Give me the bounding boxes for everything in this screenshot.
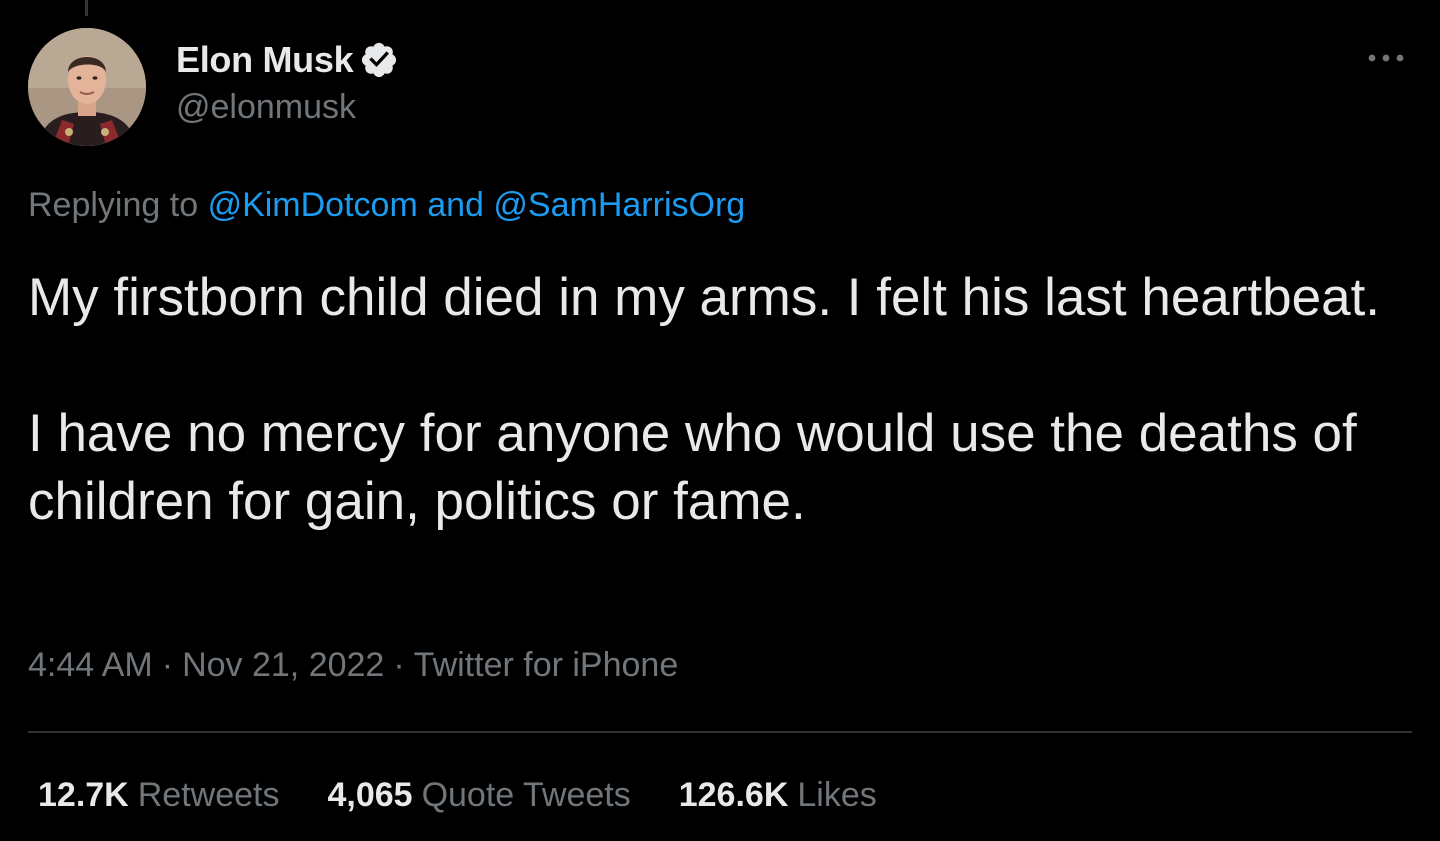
tweet-text: My firstborn child died in my arms. I fe… — [28, 264, 1418, 536]
more-horizontal-icon — [1368, 54, 1404, 62]
stats-divider — [28, 731, 1412, 733]
more-options-button[interactable] — [1364, 38, 1408, 78]
tweet-time-link[interactable]: 4:44 AM — [28, 646, 153, 684]
tweet-date-link[interactable]: Nov 21, 2022 — [182, 646, 384, 684]
thread-connector-line — [85, 0, 88, 16]
replying-to-label: Replying to — [28, 186, 199, 224]
author-name-row[interactable]: Elon Musk — [176, 38, 399, 82]
tweet-detail: Elon Musk @elonmusk Replying to @KimDotc… — [0, 0, 1440, 841]
engagement-stats: 12.7K Retweets 4,065 Quote Tweets 126.6K Li… — [38, 776, 877, 815]
meta-separator: · — [161, 646, 174, 684]
tweet-text-paragraph-2: I have no mercy for anyone who would use… — [28, 404, 1357, 531]
quote-tweets-stat[interactable]: 4,065 Quote Tweets — [327, 776, 630, 815]
retweets-count: 12.7K — [38, 776, 129, 814]
retweets-label: Retweets — [137, 776, 280, 814]
likes-stat[interactable]: 126.6K Likes — [679, 776, 877, 815]
tweet-source-link[interactable]: Twitter for iPhone — [414, 646, 679, 684]
mention-link-samharrisorg[interactable]: @SamHarrisOrg — [493, 186, 745, 224]
author-display-name[interactable]: Elon Musk — [176, 39, 354, 81]
avatar-image — [28, 28, 146, 146]
mention-conjunction: and — [427, 186, 484, 224]
tweet-meta: 4:44 AM · Nov 21, 2022 · Twitter for iPhone — [28, 646, 678, 685]
retweets-stat[interactable]: 12.7K Retweets — [38, 776, 279, 815]
quote-tweets-count: 4,065 — [327, 776, 413, 814]
likes-label: Likes — [797, 776, 877, 814]
likes-count: 126.6K — [678, 776, 789, 814]
author-handle[interactable]: @elonmusk — [176, 88, 356, 127]
verified-badge-icon — [359, 40, 399, 80]
quote-tweets-label: Quote Tweets — [421, 776, 631, 814]
avatar[interactable] — [28, 28, 146, 146]
meta-separator: · — [393, 646, 405, 684]
mention-link-kimdotcom[interactable]: @KimDotcom — [208, 186, 418, 224]
tweet-text-paragraph-1: My firstborn child died in my arms. I fe… — [28, 268, 1381, 327]
replying-to-line: Replying to @KimDotcom and @SamHarrisOrg — [28, 186, 745, 225]
